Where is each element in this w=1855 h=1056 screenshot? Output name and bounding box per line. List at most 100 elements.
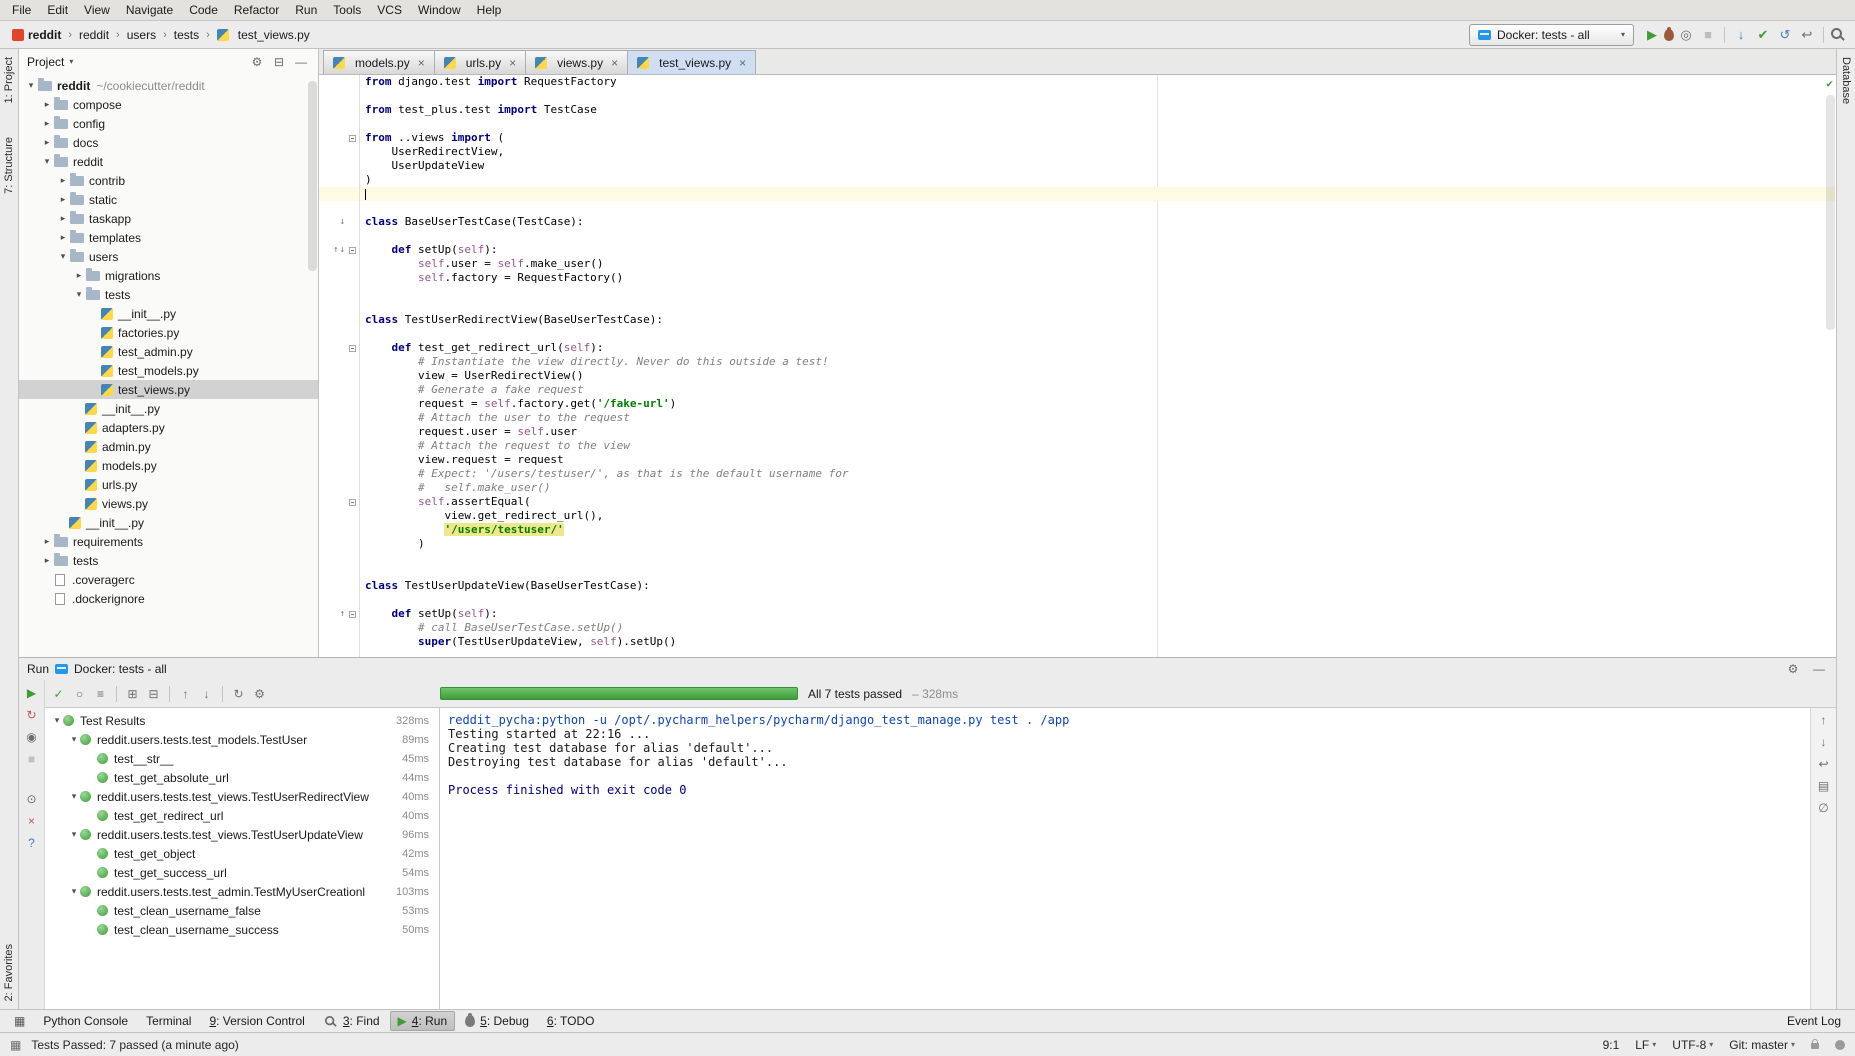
tree-expand-icon[interactable]: ▸ [41, 99, 53, 110]
code-line[interactable]: # Instantiate the view directly. Never d… [319, 355, 1836, 369]
breadcrumb-item-reddit[interactable]: reddit [10, 27, 63, 43]
tool-window-button-7-structure[interactable]: 7: Structure [3, 137, 15, 194]
project-tree-item-factories-py[interactable]: factories.py [19, 323, 318, 342]
vcs-history-icon[interactable]: ↺ [1775, 25, 1795, 45]
code-line[interactable]: UserRedirectView, [319, 145, 1836, 159]
test-tree-item-test-clean-username-false[interactable]: test_clean_username_false53ms [45, 901, 439, 920]
code-line[interactable]: class TestUserRedirectView(BaseUserTestC… [319, 313, 1836, 327]
project-tree-item-models-py[interactable]: models.py [19, 456, 318, 475]
settings-gear-icon[interactable]: ⚙ [1784, 660, 1802, 678]
project-panel-title[interactable]: Project [27, 55, 64, 69]
sort-alpha-icon[interactable]: ≡ [91, 684, 110, 703]
test-history-icon[interactable]: ↻ [229, 684, 248, 703]
project-tree-item-test-admin-py[interactable]: test_admin.py [19, 342, 318, 361]
tree-collapse-icon[interactable]: ▾ [25, 80, 37, 91]
project-tree-item-docs[interactable]: ▸docs [19, 133, 318, 152]
code-line[interactable]: view.request = request [319, 453, 1836, 467]
code-line[interactable] [319, 551, 1836, 565]
code-line[interactable]: '/users/testuser/' [319, 523, 1836, 537]
test-settings-icon[interactable]: ⚙ [250, 684, 269, 703]
breadcrumb-item-tests[interactable]: tests [172, 27, 201, 43]
toolwindow-tab-event-log[interactable]: Event Log [1779, 1011, 1849, 1031]
code-line[interactable]: self.user = self.make_user() [319, 257, 1836, 271]
test-tree-item-test-clean-username-success[interactable]: test_clean_username_success50ms [45, 920, 439, 939]
tree-collapse-icon[interactable]: ▾ [73, 289, 85, 300]
pin-tab-icon[interactable]: ⊙ [22, 790, 42, 808]
project-tree-item-views-py[interactable]: views.py [19, 494, 318, 513]
toolwindow-tab-debug[interactable]: 5: Debug [457, 1011, 537, 1031]
project-tree-item-adapters-py[interactable]: adapters.py [19, 418, 318, 437]
code-line[interactable]: self.assertEqual( [319, 495, 1836, 509]
toolwindow-tab-find[interactable]: 3: Find [315, 1011, 388, 1032]
tool-window-button-1-project[interactable]: 1: Project [3, 57, 15, 103]
code-line[interactable]: UserUpdateView [319, 159, 1836, 173]
test-tree-item-test-str[interactable]: test__str__45ms [45, 749, 439, 768]
inspection-ok-icon[interactable]: ✔ [1826, 77, 1833, 91]
menu-item-tools[interactable]: Tools [325, 1, 369, 19]
code-line[interactable] [319, 285, 1836, 299]
code-line[interactable] [319, 89, 1836, 103]
project-tree-item-taskapp[interactable]: ▸taskapp [19, 209, 318, 228]
fold-marker-icon[interactable] [349, 345, 356, 352]
project-tree-item-users[interactable]: ▾users [19, 247, 318, 266]
run-coverage-icon[interactable]: ◎ [1676, 25, 1696, 45]
vcs-update-icon[interactable]: ↓ [1731, 25, 1751, 45]
line-separator-widget[interactable]: LF ▾ [1635, 1038, 1656, 1052]
auto-test-icon[interactable]: ◉ [22, 728, 42, 746]
breadcrumb-item-users[interactable]: users [125, 27, 158, 43]
tree-collapse-icon[interactable]: ▾ [68, 886, 80, 897]
rerun-failed-icon[interactable]: ↻ [22, 706, 42, 724]
print-icon[interactable]: ▤ [1814, 778, 1834, 794]
code-line[interactable]: def test_get_redirect_url(self): [319, 341, 1836, 355]
hide-panel-icon[interactable]: — [292, 53, 310, 71]
test-tree-item-reddit-users-tests-test-models-testuser[interactable]: ▾reddit.users.tests.test_models.TestUser… [45, 730, 439, 749]
run-config-select[interactable]: Docker: tests - all ▾ [1469, 24, 1634, 46]
run-icon[interactable]: ▶ [1642, 25, 1662, 45]
vcs-revert-icon[interactable]: ↩ [1797, 25, 1817, 45]
tree-expand-icon[interactable]: ▸ [41, 536, 53, 547]
menu-item-view[interactable]: View [76, 1, 118, 19]
tool-windows-toggle-icon[interactable]: ▦ [10, 1038, 21, 1052]
editor-tab-test-views-py[interactable]: test_views.py× [627, 50, 756, 74]
code-line[interactable] [319, 187, 1836, 201]
code-line[interactable] [319, 593, 1836, 607]
git-branch-widget[interactable]: Git: master ▾ [1729, 1038, 1795, 1052]
test-tree-item-reddit-users-tests-test-views-testuserredirectview[interactable]: ▾reddit.users.tests.test_views.TestUserR… [45, 787, 439, 806]
project-tree-item-urls-py[interactable]: urls.py [19, 475, 318, 494]
test-tree-item-test-results[interactable]: ▾Test Results328ms [45, 711, 439, 730]
tree-expand-icon[interactable]: ▸ [57, 175, 69, 186]
project-tree-item-dockerignore[interactable]: .dockerignore [19, 589, 318, 608]
code-line[interactable] [319, 299, 1836, 313]
code-line[interactable]: from test_plus.test import TestCase [319, 103, 1836, 117]
toolwindow-tab-todo[interactable]: 6: TODO [539, 1011, 603, 1031]
collapse-all-icon[interactable]: ⊟ [270, 53, 288, 71]
menu-item-code[interactable]: Code [181, 1, 226, 19]
tree-expand-icon[interactable]: ▸ [57, 232, 69, 243]
project-tree-item-templates[interactable]: ▸templates [19, 228, 318, 247]
tree-collapse-icon[interactable]: ▾ [41, 156, 53, 167]
code-line[interactable]: ↑ def setUp(self): [319, 607, 1836, 621]
scroll-to-bottom-icon[interactable]: ↓ [1814, 734, 1834, 750]
tree-expand-icon[interactable]: ▸ [57, 213, 69, 224]
project-tree-item-requirements[interactable]: ▸requirements [19, 532, 318, 551]
code-line[interactable]: ) [319, 173, 1836, 187]
tree-collapse-icon[interactable]: ▾ [51, 715, 63, 726]
code-line[interactable]: # Generate a fake request [319, 383, 1836, 397]
code-line[interactable]: # self.make_user() [319, 481, 1836, 495]
rerun-icon[interactable]: ▶ [22, 684, 42, 702]
vcs-commit-icon[interactable]: ✔ [1753, 25, 1773, 45]
tree-expand-icon[interactable]: ▸ [57, 194, 69, 205]
close-tab-icon[interactable]: × [418, 56, 425, 70]
toolwindow-tab-terminal[interactable]: Terminal [138, 1011, 199, 1031]
menu-item-edit[interactable]: Edit [39, 1, 76, 19]
menu-item-help[interactable]: Help [469, 1, 510, 19]
code-line[interactable]: ) [319, 537, 1836, 551]
fold-marker-icon[interactable] [349, 247, 356, 254]
project-tree-item-static[interactable]: ▸static [19, 190, 318, 209]
project-tree-item-migrations[interactable]: ▸migrations [19, 266, 318, 285]
clear-console-icon[interactable]: ∅ [1814, 800, 1834, 816]
toolwindow-tab-version-control[interactable]: 9: Version Control [201, 1011, 312, 1031]
close-tab-icon[interactable]: × [739, 56, 746, 70]
menu-item-vcs[interactable]: VCS [369, 1, 410, 19]
fold-marker-icon[interactable] [349, 499, 356, 506]
